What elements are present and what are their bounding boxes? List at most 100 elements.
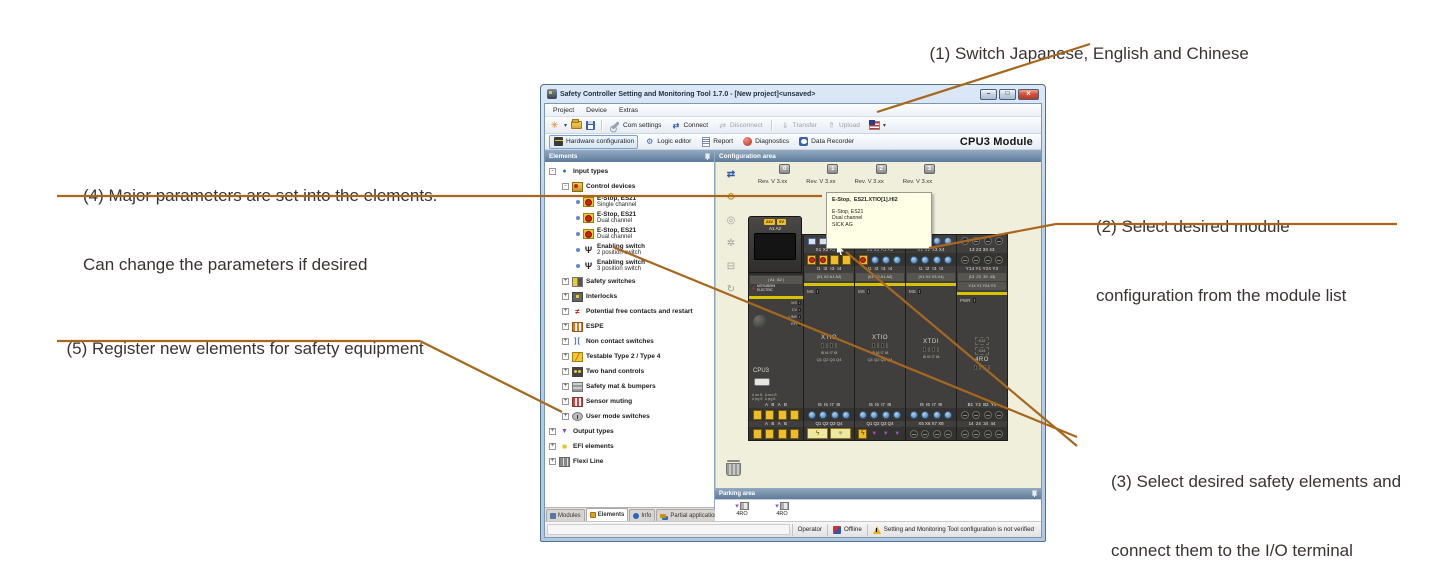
trash-icon[interactable] bbox=[726, 460, 741, 477]
terminal-cell[interactable] bbox=[842, 411, 850, 419]
terminal-cell[interactable] bbox=[808, 238, 816, 245]
tree-expander[interactable]: - bbox=[549, 168, 556, 175]
element-cell[interactable] bbox=[933, 256, 941, 264]
terminal-cell[interactable] bbox=[995, 430, 1003, 438]
terminal-cell[interactable] bbox=[910, 411, 918, 419]
upload-button[interactable]: Upload bbox=[823, 119, 863, 131]
tree-item[interactable]: + Two hand controls bbox=[545, 364, 714, 379]
tree-expander[interactable]: + bbox=[562, 338, 569, 345]
terminal-cell[interactable] bbox=[808, 411, 816, 419]
terminal-cell[interactable] bbox=[921, 430, 929, 438]
com-settings-button[interactable]: Com settings bbox=[607, 119, 664, 131]
terminal-cell[interactable] bbox=[910, 430, 918, 438]
element-cell[interactable] bbox=[921, 256, 929, 264]
menu-item[interactable]: Device bbox=[581, 106, 612, 115]
pin-icon[interactable] bbox=[1031, 490, 1037, 497]
tree-item[interactable]: - Input types bbox=[545, 164, 714, 179]
tree-item[interactable]: + Flexi Line bbox=[545, 454, 714, 469]
tree-expander[interactable]: + bbox=[562, 398, 569, 405]
io-module[interactable]: X1 X2 A1 A2 I1 I2 I3 I4 |X1 X2 A1 A2| MS bbox=[855, 235, 905, 440]
hardware-configuration-button[interactable]: Hardware configuration bbox=[549, 135, 638, 149]
tree-expander[interactable]: + bbox=[562, 278, 569, 285]
tree-item[interactable]: + ESPE bbox=[545, 319, 714, 334]
io-module[interactable]: 13 23 33 43 Y14 Y1 Y24 Y3 |13 23 33 43| … bbox=[957, 235, 1007, 440]
terminal-cell[interactable] bbox=[972, 411, 980, 419]
module-slot[interactable]: 3 Rev. V 3.xx bbox=[903, 163, 951, 191]
slot-number-chip[interactable]: 2 bbox=[876, 164, 887, 174]
new-dropdown-icon[interactable] bbox=[563, 120, 568, 130]
menu-item[interactable]: Project bbox=[548, 106, 579, 115]
tree-item[interactable]: Enabling switch 3 position switch bbox=[545, 258, 714, 274]
io-module[interactable]: X1 X2 A1 A2 I1 I2 I3 I4 |X1 X2 A1 A2| MS bbox=[804, 235, 854, 440]
title-bar[interactable]: Safety Controller Setting and Monitoring… bbox=[544, 85, 1042, 103]
module-settings-icon[interactable] bbox=[723, 190, 739, 204]
tree-item[interactable]: + Safety switches bbox=[545, 274, 714, 289]
tree-expander[interactable]: + bbox=[549, 443, 556, 450]
tree-item[interactable]: + Potential free contacts and restart bbox=[545, 304, 714, 319]
tree-expander[interactable]: - bbox=[562, 183, 569, 190]
element-cell[interactable] bbox=[972, 256, 980, 264]
tree-item[interactable]: E-Stop, ES21 Dual channel bbox=[545, 226, 714, 242]
terminal-cell[interactable] bbox=[984, 237, 992, 245]
configuration-canvas[interactable]: 0 Rev. V 3.xx 1 Rev. V 3.xx 2 Rev. V 3.x… bbox=[715, 162, 1041, 488]
export-disc-icon[interactable] bbox=[723, 213, 739, 227]
terminal-cell[interactable] bbox=[858, 429, 867, 439]
connect-button[interactable]: Connect bbox=[667, 119, 711, 131]
element-cell[interactable] bbox=[984, 256, 992, 264]
element-cell[interactable] bbox=[910, 256, 918, 264]
terminal-cell[interactable] bbox=[933, 411, 941, 419]
tree-expander[interactable]: + bbox=[562, 353, 569, 360]
insert-module-icon[interactable] bbox=[723, 167, 739, 181]
element-cell[interactable] bbox=[871, 256, 879, 264]
tree-expander[interactable]: + bbox=[562, 413, 569, 420]
tree-item[interactable]: + Safety mat & bumpers bbox=[545, 379, 714, 394]
terminal-cell[interactable] bbox=[893, 429, 902, 439]
parked-module[interactable]: 4RO bbox=[729, 501, 755, 517]
tree-item[interactable]: + Interlocks bbox=[545, 289, 714, 304]
tree-item[interactable]: + Output types bbox=[545, 424, 714, 439]
element-cell[interactable] bbox=[842, 255, 851, 265]
maximize-button[interactable] bbox=[999, 89, 1016, 100]
panel-tab[interactable]: Info bbox=[629, 509, 655, 521]
terminal-cell[interactable] bbox=[961, 237, 969, 245]
panel-tab[interactable]: Elements bbox=[586, 508, 629, 521]
tree-item[interactable]: Enabling switch 2 position switch bbox=[545, 242, 714, 258]
user-access-icon[interactable] bbox=[723, 236, 739, 250]
terminal-cell[interactable] bbox=[984, 430, 992, 438]
tree-expander[interactable]: + bbox=[549, 458, 556, 465]
tree-expander[interactable]: + bbox=[562, 383, 569, 390]
element-cell[interactable] bbox=[807, 255, 816, 265]
terminal-cell[interactable] bbox=[972, 430, 980, 438]
element-cell[interactable] bbox=[944, 256, 952, 264]
terminal-cell[interactable] bbox=[881, 429, 890, 439]
slot-number-chip[interactable]: 3 bbox=[924, 164, 935, 174]
tree-item[interactable]: E-Stop, ES21 Single channel bbox=[545, 194, 714, 210]
new-project-icon[interactable] bbox=[549, 120, 560, 130]
device-monitor-icon[interactable] bbox=[723, 259, 739, 273]
language-switcher[interactable] bbox=[866, 119, 890, 131]
terminal-cell[interactable] bbox=[807, 428, 828, 439]
terminal-cell[interactable] bbox=[995, 237, 1003, 245]
terminal-cell[interactable] bbox=[859, 411, 867, 419]
terminal-cell[interactable] bbox=[831, 411, 839, 419]
element-cell[interactable] bbox=[882, 256, 890, 264]
terminal-cell[interactable] bbox=[819, 411, 827, 419]
terminal-cell[interactable] bbox=[944, 237, 952, 245]
tree-expander[interactable]: + bbox=[562, 293, 569, 300]
module-slot[interactable]: 0 Rev. V 3.xx bbox=[758, 163, 806, 191]
tree-expander[interactable]: + bbox=[549, 428, 556, 435]
terminal-cell[interactable] bbox=[944, 411, 952, 419]
tree-expander[interactable]: + bbox=[562, 323, 569, 330]
logic-editor-button[interactable]: Logic editor bbox=[641, 136, 694, 148]
io-module[interactable]: X1 X2 X3 X4 I1 I2 I3 I4 |X1 X2 X3 X4| MS bbox=[906, 235, 956, 440]
data-recorder-button[interactable]: Data Recorder bbox=[795, 136, 857, 148]
module-stack[interactable]: 24V 0V A1 A2 | A1 A2 | ♦ bbox=[748, 234, 1008, 441]
element-cell[interactable] bbox=[995, 256, 1003, 264]
terminal-cell[interactable] bbox=[882, 411, 890, 419]
terminal-cell[interactable] bbox=[972, 237, 980, 245]
module-slot[interactable]: 1 Rev. V 3.xx bbox=[806, 163, 854, 191]
save-icon[interactable] bbox=[586, 121, 595, 130]
slot-number-chip[interactable]: 0 bbox=[779, 164, 790, 174]
parking-area[interactable]: 4RO 4RO bbox=[715, 499, 1041, 521]
refresh-icon[interactable] bbox=[723, 282, 739, 296]
